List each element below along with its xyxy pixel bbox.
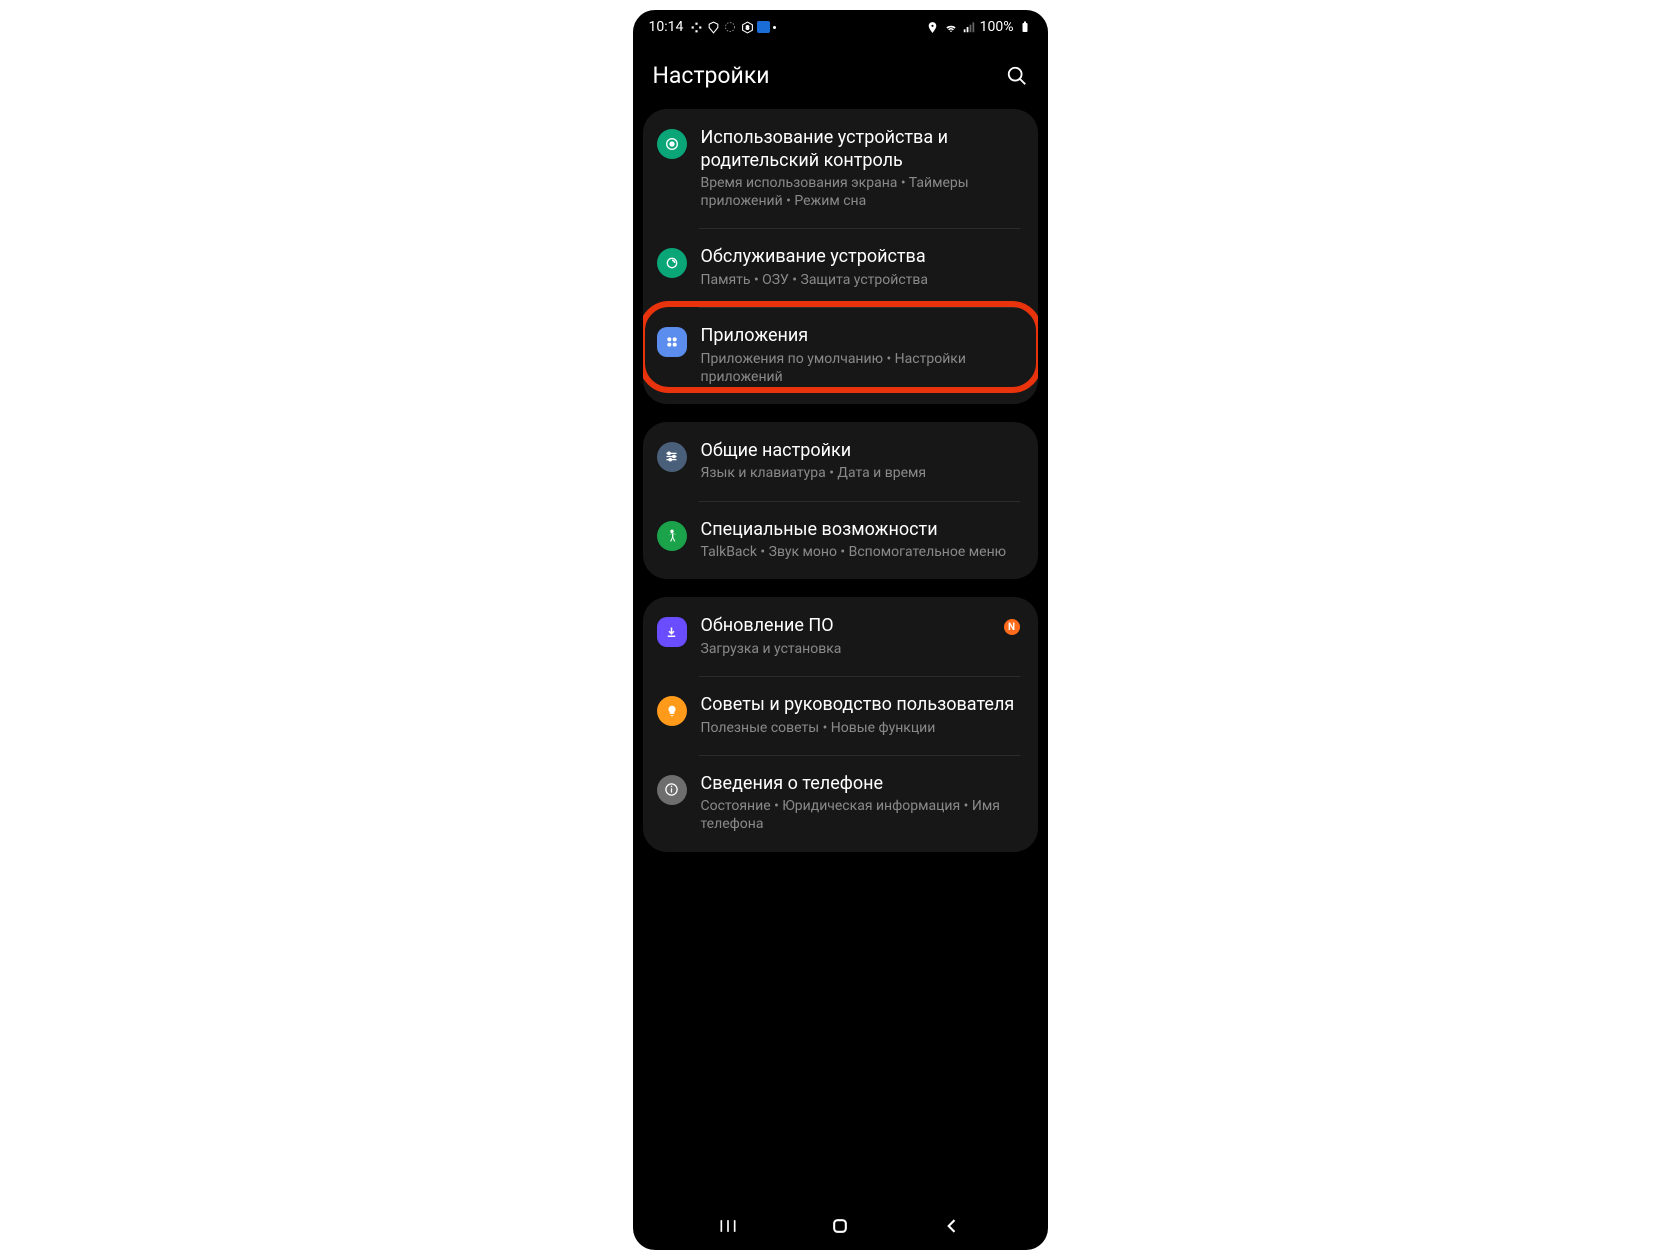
- circle-icon: [723, 20, 737, 34]
- apps-icon: [657, 327, 687, 357]
- item-text: Обслуживание устройства Память • ОЗУ • З…: [701, 246, 1020, 289]
- hex-icon: S: [740, 20, 754, 34]
- item-title: Обновление ПО: [701, 615, 990, 638]
- item-title: Сведения о телефоне: [701, 773, 1020, 796]
- item-text: Приложения Приложения по умолчанию • Нас…: [701, 325, 1020, 386]
- settings-item-accessibility[interactable]: Специальные возможности TalkBack • Звук …: [643, 501, 1038, 580]
- settings-item-software-update[interactable]: Обновление ПО Загрузка и установка N: [643, 597, 1038, 676]
- signal-icon: [962, 20, 976, 34]
- item-subtitle: TalkBack • Звук моно • Вспомогательное м…: [701, 543, 1020, 561]
- item-title: Советы и руководство пользователя: [701, 694, 1020, 717]
- status-right: 100%: [926, 19, 1032, 35]
- recents-button[interactable]: [717, 1215, 739, 1237]
- item-title: Общие настройки: [701, 440, 1020, 463]
- item-subtitle: Время использования экрана • Таймеры при…: [701, 174, 1020, 210]
- battery-icon: [1018, 20, 1032, 34]
- svg-text:S: S: [746, 25, 749, 31]
- header: Настройки: [633, 44, 1048, 109]
- slack-icon: [689, 20, 703, 34]
- location-icon: [926, 20, 940, 34]
- settings-group: Использование устройства и родительский …: [643, 109, 1038, 404]
- item-text: Специальные возможности TalkBack • Звук …: [701, 519, 1020, 562]
- about-phone-icon: [657, 775, 687, 805]
- back-button[interactable]: [941, 1215, 963, 1237]
- battery-percent: 100%: [980, 19, 1014, 35]
- phone-frame: 10:14 S 100% Настройки: [633, 10, 1048, 1250]
- settings-group: Обновление ПО Загрузка и установка N Сов…: [643, 597, 1038, 851]
- tips-icon: [657, 696, 687, 726]
- item-text: Общие настройки Язык и клавиатура • Дата…: [701, 440, 1020, 483]
- item-title: Приложения: [701, 325, 1020, 348]
- notification-badge: N: [1004, 619, 1020, 635]
- wifi-icon: [944, 20, 958, 34]
- settings-item-general[interactable]: Общие настройки Язык и клавиатура • Дата…: [643, 422, 1038, 501]
- page-title: Настройки: [653, 62, 770, 89]
- shield-icon: [706, 20, 720, 34]
- settings-item-tips[interactable]: Советы и руководство пользователя Полезн…: [643, 676, 1038, 755]
- item-subtitle: Полезные советы • Новые функции: [701, 719, 1020, 737]
- software-update-icon: [657, 617, 687, 647]
- item-title: Обслуживание устройства: [701, 246, 1020, 269]
- status-left: 10:14 S: [649, 19, 777, 35]
- settings-group: Общие настройки Язык и клавиатура • Дата…: [643, 422, 1038, 579]
- status-bar: 10:14 S 100%: [633, 10, 1048, 44]
- item-subtitle: Приложения по умолчанию • Настройки прил…: [701, 350, 1020, 386]
- more-dot-icon: [773, 26, 776, 29]
- settings-item-device-care[interactable]: Обслуживание устройства Память • ОЗУ • З…: [643, 228, 1038, 307]
- item-subtitle: Язык и клавиатура • Дата и время: [701, 464, 1020, 482]
- status-time: 10:14: [649, 19, 684, 35]
- settings-item-wellbeing[interactable]: Использование устройства и родительский …: [643, 109, 1038, 228]
- settings-item-about-phone[interactable]: Сведения о телефоне Состояние • Юридичес…: [643, 755, 1038, 852]
- item-title: Специальные возможности: [701, 519, 1020, 542]
- item-text: Сведения о телефоне Состояние • Юридичес…: [701, 773, 1020, 834]
- search-button[interactable]: [1006, 65, 1028, 87]
- item-text: Обновление ПО Загрузка и установка: [701, 615, 990, 658]
- navigation-bar: [633, 1202, 1048, 1250]
- general-settings-icon: [657, 442, 687, 472]
- status-notif-icons: S: [689, 20, 776, 34]
- settings-item-apps[interactable]: Приложения Приложения по умолчанию • Нас…: [643, 307, 1038, 404]
- item-subtitle: Состояние • Юридическая информация • Имя…: [701, 797, 1020, 833]
- home-button[interactable]: [829, 1215, 851, 1237]
- accessibility-icon: [657, 521, 687, 551]
- device-care-icon: [657, 248, 687, 278]
- item-text: Советы и руководство пользователя Полезн…: [701, 694, 1020, 737]
- item-text: Использование устройства и родительский …: [701, 127, 1020, 210]
- item-subtitle: Загрузка и установка: [701, 640, 990, 658]
- item-subtitle: Память • ОЗУ • Защита устройства: [701, 271, 1020, 289]
- item-title: Использование устройства и родительский …: [701, 127, 1020, 172]
- digital-wellbeing-icon: [657, 129, 687, 159]
- app-icon: [757, 21, 770, 33]
